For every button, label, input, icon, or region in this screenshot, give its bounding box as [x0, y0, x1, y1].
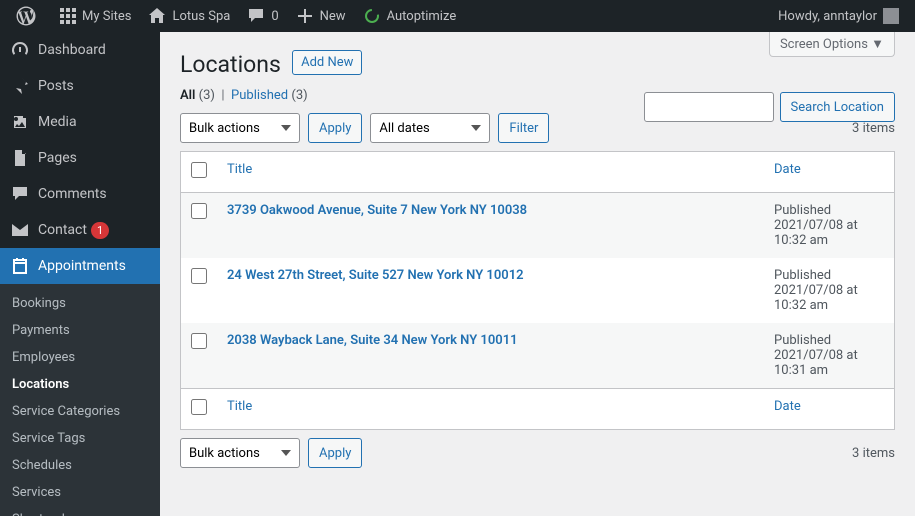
- select-all-checkbox[interactable]: [191, 162, 207, 178]
- admin-bar: My Sites Lotus Spa 0 New Autoptimize How…: [0, 0, 915, 32]
- location-link[interactable]: 3739 Oakwood Avenue, Suite 7 New York NY…: [227, 203, 527, 218]
- submenu-services[interactable]: Services: [0, 479, 160, 506]
- page-title: Locations: [180, 42, 281, 82]
- content-area: Screen Options ▼ Locations Add New All (…: [160, 32, 915, 516]
- table-row: 24 West 27th Street, Suite 527 New York …: [181, 258, 894, 323]
- network-icon: [57, 6, 77, 26]
- add-new-button[interactable]: Add New: [292, 50, 362, 75]
- col-date-foot[interactable]: Date: [764, 388, 894, 429]
- row-checkbox[interactable]: [191, 203, 207, 219]
- wp-logo[interactable]: [8, 0, 49, 32]
- pin-icon: [10, 76, 30, 96]
- submenu-employees[interactable]: Employees: [0, 344, 160, 371]
- filter-all[interactable]: All: [180, 88, 195, 103]
- submenu-service-categories[interactable]: Service Categories: [0, 398, 160, 425]
- page-icon: [10, 148, 30, 168]
- home-icon: [147, 6, 167, 26]
- wordpress-icon: [16, 6, 36, 26]
- appointments-submenu: Bookings Payments Employees Locations Se…: [0, 284, 160, 516]
- menu-media[interactable]: Media: [0, 104, 160, 140]
- admin-sidebar: Dashboard Posts Media Pages Comments Con…: [0, 32, 160, 516]
- autoptimize-icon: [362, 6, 382, 26]
- comments-link[interactable]: 0: [238, 0, 286, 32]
- select-all-checkbox-bottom[interactable]: [191, 399, 207, 415]
- location-link[interactable]: 24 West 27th Street, Suite 527 New York …: [227, 268, 524, 283]
- my-sites-link[interactable]: My Sites: [49, 0, 139, 32]
- media-icon: [10, 112, 30, 132]
- bulk-actions-select[interactable]: Bulk actions: [180, 113, 300, 143]
- comments-icon: [10, 184, 30, 204]
- menu-appointments[interactable]: Appointments: [0, 248, 160, 284]
- comment-icon: [246, 6, 266, 26]
- menu-dashboard[interactable]: Dashboard: [0, 32, 160, 68]
- row-checkbox[interactable]: [191, 268, 207, 284]
- col-title-foot[interactable]: Title: [217, 388, 764, 429]
- submenu-bookings[interactable]: Bookings: [0, 290, 160, 317]
- apply-button-bottom[interactable]: Apply: [308, 438, 362, 468]
- menu-comments[interactable]: Comments: [0, 176, 160, 212]
- avatar: [883, 8, 899, 24]
- new-link[interactable]: New: [287, 0, 354, 32]
- submenu-payments[interactable]: Payments: [0, 317, 160, 344]
- menu-contact[interactable]: Contact1: [0, 212, 160, 248]
- apply-button[interactable]: Apply: [308, 113, 362, 143]
- search-button[interactable]: Search Location: [780, 92, 895, 122]
- items-count-bottom: 3 items: [852, 446, 895, 461]
- account-link[interactable]: Howdy, anntaylor: [770, 0, 907, 32]
- locations-table: Title Date 3739 Oakwood Avenue, Suite 7 …: [180, 151, 895, 430]
- dashboard-icon: [10, 40, 30, 60]
- row-date: Published2021/07/08 at 10:32 am: [764, 193, 894, 258]
- tablenav-bottom: Bulk actions Apply 3 items: [180, 438, 895, 468]
- calendar-icon: [10, 256, 30, 276]
- plus-icon: [295, 6, 315, 26]
- menu-pages[interactable]: Pages: [0, 140, 160, 176]
- row-checkbox[interactable]: [191, 333, 207, 349]
- row-date: Published2021/07/08 at 10:31 am: [764, 323, 894, 388]
- menu-posts[interactable]: Posts: [0, 68, 160, 104]
- mail-icon: [10, 220, 30, 240]
- filter-published[interactable]: Published: [231, 88, 288, 103]
- contact-badge: 1: [91, 222, 109, 239]
- submenu-service-tags[interactable]: Service Tags: [0, 425, 160, 452]
- col-title[interactable]: Title: [217, 152, 764, 193]
- location-link[interactable]: 2038 Wayback Lane, Suite 34 New York NY …: [227, 333, 518, 348]
- search-input[interactable]: [644, 92, 774, 122]
- filter-button[interactable]: Filter: [498, 113, 549, 143]
- col-date[interactable]: Date: [764, 152, 894, 193]
- autoptimize-link[interactable]: Autoptimize: [354, 0, 465, 32]
- date-filter-select[interactable]: All dates: [370, 113, 490, 143]
- table-row: 2038 Wayback Lane, Suite 34 New York NY …: [181, 323, 894, 388]
- items-count: 3 items: [852, 121, 895, 136]
- row-date: Published2021/07/08 at 10:32 am: [764, 258, 894, 323]
- submenu-locations[interactable]: Locations: [0, 371, 160, 398]
- submenu-schedules[interactable]: Schedules: [0, 452, 160, 479]
- submenu-shortcodes[interactable]: Shortcodes: [0, 506, 160, 516]
- bulk-actions-select-bottom[interactable]: Bulk actions: [180, 438, 300, 468]
- screen-options-toggle[interactable]: Screen Options ▼: [769, 32, 895, 57]
- table-row: 3739 Oakwood Avenue, Suite 7 New York NY…: [181, 193, 894, 258]
- site-name-link[interactable]: Lotus Spa: [139, 0, 238, 32]
